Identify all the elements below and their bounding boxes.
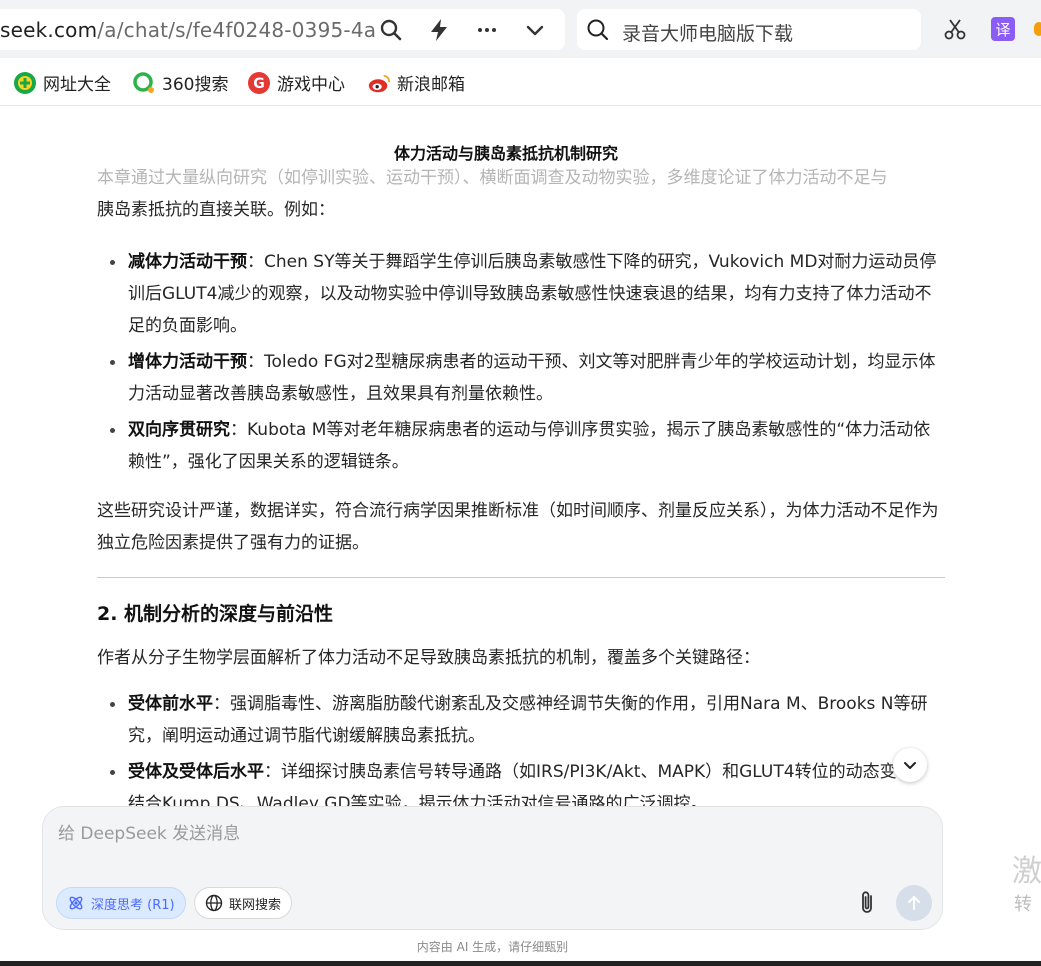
list-item-text: ：Toledo FG对2型糖尿病患者的运动干预、刘文等对肥胖青少年的学校运动计划… bbox=[128, 352, 936, 404]
bookmark-wangzhi[interactable]: 网址大全 bbox=[13, 70, 111, 95]
sina-mail-icon bbox=[367, 71, 391, 95]
list-item-text: ：Chen SY等关于舞蹈学生停训后胰岛素敏感性下降的研究，Vukovich M… bbox=[128, 252, 937, 336]
search-placeholder: 录音大师电脑版下载 bbox=[622, 23, 794, 45]
url-path: /a/chat/s/fe4f0248-0395-4a bbox=[97, 18, 377, 42]
url-host: seek.com bbox=[0, 18, 98, 42]
bookmark-360[interactable]: 360搜索 bbox=[132, 70, 228, 95]
send-button[interactable] bbox=[896, 885, 932, 921]
browser-toolbar: seek.com/a/chat/s/fe4f0248-0395-4a 录音大师电… bbox=[0, 0, 1041, 58]
deep-think-label: 深度思考 (R1) bbox=[91, 897, 175, 913]
more-icon[interactable] bbox=[474, 17, 500, 43]
bookmark-label: 新浪邮箱 bbox=[397, 75, 465, 95]
list-item-title: 受体及受体后水平 bbox=[128, 762, 264, 782]
bookmark-label: 网址大全 bbox=[43, 75, 111, 95]
section-heading: 2. 机制分析的深度与前沿性 bbox=[97, 603, 334, 625]
deep-think-toggle[interactable]: 深度思考 (R1) bbox=[56, 887, 186, 919]
scroll-to-bottom-button[interactable] bbox=[893, 748, 927, 782]
list-item: 双向序贯研究：Kubota M等对老年糖尿病患者的运动与停训序贯实验，揭示了胰岛… bbox=[97, 414, 945, 478]
address-bar[interactable]: seek.com/a/chat/s/fe4f0248-0395-4a bbox=[0, 9, 565, 50]
bookmark-label: 360搜索 bbox=[162, 75, 229, 95]
find-icon[interactable] bbox=[378, 17, 404, 43]
search-icon bbox=[585, 17, 611, 43]
attach-file-button[interactable] bbox=[851, 887, 883, 919]
game-icon: G bbox=[247, 71, 271, 95]
list-item: 受体及受体后水平：详细探讨胰岛素信号转导通路（如IRS/PI3K/Akt、MAP… bbox=[97, 756, 945, 810]
search-360-icon bbox=[132, 71, 156, 95]
paperclip-icon bbox=[862, 891, 872, 913]
list-item-title: 受体前水平 bbox=[128, 694, 213, 714]
evidence-list: 减体力活动干预：Chen SY等关于舞蹈学生停训后胰岛素敏感性下降的研究，Vuk… bbox=[97, 246, 945, 478]
list-item: 增体力活动干预：Toledo FG对2型糖尿病患者的运动干预、刘文等对肥胖青少年… bbox=[97, 346, 945, 410]
message-input[interactable] bbox=[58, 819, 838, 859]
url-text[interactable]: seek.com/a/chat/s/fe4f0248-0395-4a bbox=[0, 18, 376, 42]
svg-text:G: G bbox=[253, 76, 265, 92]
conclusion-paragraph: 这些研究设计严谨，数据详实，符合流行病学因果推断标准（如时间顺序、剂量反应关系）… bbox=[97, 501, 939, 553]
extension-icon[interactable] bbox=[1034, 22, 1041, 36]
list-item-text: ：Kubota M等对老年糖尿病患者的运动与停训序贯实验，揭示了胰岛素敏感性的“… bbox=[128, 420, 931, 472]
list-item-text: ：强调脂毒性、游离脂肪酸代谢紊乱及交感神经调节失衡的作用，引用Nara M、Br… bbox=[128, 694, 928, 746]
translate-button[interactable]: 译 bbox=[991, 17, 1015, 41]
scissors-icon[interactable] bbox=[942, 16, 968, 42]
section-intro: 作者从分子生物学层面解析了体力活动不足导致胰岛素抵抗的机制，覆盖多个关键路径： bbox=[97, 648, 760, 668]
section-divider bbox=[97, 577, 945, 578]
message-composer: 深度思考 (R1) 联网搜索 bbox=[42, 806, 943, 930]
intro-paragraph: 胰岛素抵抗的直接关联。例如： bbox=[97, 200, 335, 220]
chat-message: 本章通过大量纵向研究（如停训实验、运动干预）、横断面调查及动物实验，多维度论证了… bbox=[97, 160, 945, 810]
mechanism-list: 受体前水平：强调脂毒性、游离脂肪酸代谢紊乱及交感神经调节失衡的作用，引用Nara… bbox=[97, 688, 945, 810]
faded-text-line: 本章通过大量纵向研究（如停训实验、运动干预）、横断面调查及动物实验，多维度论证了… bbox=[97, 168, 888, 188]
chevron-down-icon[interactable] bbox=[522, 17, 548, 43]
ai-disclaimer: 内容由 AI 生成，请仔细甄别 bbox=[416, 940, 569, 954]
chevron-down-icon bbox=[904, 762, 916, 769]
window-bottom-edge bbox=[0, 961, 1041, 966]
web-search-label: 联网搜索 bbox=[229, 897, 282, 913]
side-ad-text: 激 bbox=[1012, 854, 1041, 889]
list-item: 减体力活动干预：Chen SY等关于舞蹈学生停训后胰岛素敏感性下降的研究，Vuk… bbox=[97, 246, 945, 342]
globe-icon bbox=[205, 894, 223, 912]
bookmark-label: 游戏中心 bbox=[277, 75, 345, 95]
list-item: 受体前水平：强调脂毒性、游离脂肪酸代谢紊乱及交感神经调节失衡的作用，引用Nara… bbox=[97, 688, 945, 752]
list-item-title: 减体力活动干预 bbox=[128, 252, 247, 272]
arrow-up-icon bbox=[908, 896, 920, 910]
lightning-icon[interactable] bbox=[426, 17, 452, 43]
atom-icon bbox=[69, 896, 83, 910]
list-item-title: 增体力活动干预 bbox=[128, 352, 247, 372]
bookmark-sina-mail[interactable]: 新浪邮箱 bbox=[367, 70, 465, 95]
globe-plus-icon bbox=[13, 71, 37, 95]
list-item-title: 双向序贯研究 bbox=[128, 420, 230, 440]
side-ad-subtext: 转 bbox=[1014, 894, 1032, 915]
bookmark-games[interactable]: G 游戏中心 bbox=[247, 70, 345, 95]
web-search-toggle[interactable]: 联网搜索 bbox=[194, 887, 293, 919]
bookmarks-bar: 网址大全 360搜索 G 游戏中心 新浪邮箱 bbox=[0, 58, 1041, 106]
browser-search-box[interactable]: 录音大师电脑版下载 bbox=[577, 9, 921, 50]
